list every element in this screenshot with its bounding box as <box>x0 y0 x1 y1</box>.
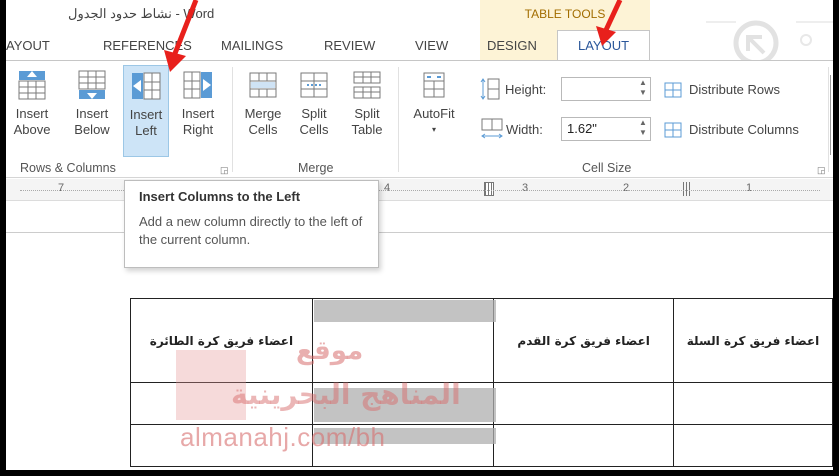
split-table-button[interactable]: Split Table <box>346 69 388 138</box>
split-cells-label-2: Cells <box>299 122 329 137</box>
merge-cells-label-1: Merge <box>244 106 282 121</box>
red-arrow-icon <box>164 0 199 72</box>
cell-size-group-label: Cell Size <box>582 161 632 175</box>
table-cell[interactable]: اعضاء فريق كرة الطائرة <box>130 298 313 383</box>
tooltip-title: Insert Columns to the Left <box>139 189 301 204</box>
table-cell[interactable] <box>130 424 313 467</box>
cell-size-launcher-icon[interactable]: ◲ <box>817 165 826 176</box>
document-table[interactable]: اعضاء فريق كرة الطائرة اعضاء فريق كرة ال… <box>130 298 833 467</box>
split-table-icon <box>353 71 381 99</box>
insert-below-label-2: Below <box>74 122 110 137</box>
merge-cells-icon <box>249 72 277 98</box>
table-cell[interactable] <box>130 382 313 425</box>
split-cells-button[interactable]: Split Cells <box>294 69 334 138</box>
ruler-number: 4 <box>384 182 391 194</box>
width-value: 1.62" <box>567 121 597 136</box>
distribute-rows-label: Distribute Rows <box>689 82 781 97</box>
tab-design[interactable]: DESIGN <box>487 38 537 53</box>
insert-below-label-1: Insert <box>75 106 109 121</box>
ruler-column-marker[interactable] <box>484 182 494 196</box>
height-label: Height: <box>505 82 547 97</box>
insert-left-label-1: Insert <box>129 107 163 122</box>
tooltip: Insert Columns to the Left Add a new col… <box>124 180 379 268</box>
distribute-columns-icon <box>664 122 682 138</box>
table-row <box>130 424 833 467</box>
ruler-number: 3 <box>522 182 529 194</box>
width-spinner[interactable]: ▲ ▼ <box>637 118 649 140</box>
table-cell[interactable] <box>493 382 675 425</box>
ruler-column-marker[interactable] <box>683 182 691 196</box>
merge-cells-label-2: Cells <box>248 122 278 137</box>
insert-above-label-1: Insert <box>15 106 49 121</box>
tab-review[interactable]: REVIEW <box>324 38 375 53</box>
insert-right-label-2: Right <box>182 122 214 137</box>
table-column-width-icon <box>481 118 503 139</box>
tab-view[interactable]: VIEW <box>415 38 448 53</box>
red-arrow-icon <box>596 0 623 46</box>
autofit-label: AutoFit <box>413 106 455 121</box>
insert-left-label-2: Left <box>135 123 157 138</box>
rows-columns-launcher-icon[interactable]: ◲ <box>220 165 229 176</box>
table-row <box>130 382 833 425</box>
autofit-dropdown-icon: ▾ <box>431 125 436 134</box>
word-window: نشاط حدود الجدول - Word TABLE TOOLS AYOU… <box>6 0 833 470</box>
split-table-label-2: Table <box>351 122 383 137</box>
ruler-number: 2 <box>623 182 630 194</box>
insert-right-label-1: Insert <box>181 106 215 121</box>
ribbon-tabs: AYOUT REFERENCES MAILINGS REVIEW VIEW DE… <box>6 30 833 60</box>
insert-below-icon <box>78 70 106 99</box>
rows-columns-group-label: Rows & Columns <box>20 161 116 175</box>
table-cell[interactable] <box>673 382 833 425</box>
autofit-button[interactable]: AutoFit ▾ <box>408 69 460 138</box>
insert-above-button[interactable]: Insert Above <box>10 69 54 138</box>
table-cell[interactable]: اعضاء فريق كرة السلة <box>673 298 833 383</box>
height-spinner[interactable]: ▲ ▼ <box>637 78 649 100</box>
split-cells-label-1: Split <box>301 106 327 121</box>
tab-layout-page[interactable]: AYOUT <box>6 38 50 53</box>
insert-above-icon <box>18 71 46 100</box>
group-separator <box>398 67 399 172</box>
ribbon: Insert Above Insert Below Insert Left In… <box>6 60 833 178</box>
split-cells-icon <box>300 72 328 98</box>
table-row-height-icon <box>480 78 500 100</box>
width-label: Width: <box>506 122 543 137</box>
merge-group-label: Merge <box>298 161 334 175</box>
tooltip-description: Add a new column directly to the left of… <box>139 214 363 247</box>
distribute-columns-label: Distribute Columns <box>689 122 799 137</box>
tab-mailings[interactable]: MAILINGS <box>221 38 283 53</box>
partial-next-group-icon <box>830 75 833 155</box>
ruler-number: 1 <box>746 182 753 194</box>
merge-cells-button[interactable]: Merge Cells <box>240 69 286 138</box>
table-cell[interactable] <box>673 424 833 467</box>
table-row: اعضاء فريق كرة الطائرة اعضاء فريق كرة ال… <box>130 298 833 383</box>
autofit-icon <box>423 72 445 98</box>
table-cell[interactable] <box>311 298 495 383</box>
table-cell[interactable] <box>493 424 675 467</box>
group-separator <box>232 67 233 172</box>
distribute-rows-icon <box>664 82 682 98</box>
insert-below-button[interactable]: Insert Below <box>70 69 114 138</box>
insert-above-label-2: Above <box>13 122 51 137</box>
table-cell[interactable] <box>311 424 495 467</box>
table-cell[interactable]: اعضاء فريق كرة القدم <box>493 298 675 383</box>
ruler-number: 7 <box>58 182 65 194</box>
group-separator <box>828 67 829 172</box>
table-cell[interactable] <box>311 382 495 425</box>
split-table-label-1: Split <box>354 106 380 121</box>
